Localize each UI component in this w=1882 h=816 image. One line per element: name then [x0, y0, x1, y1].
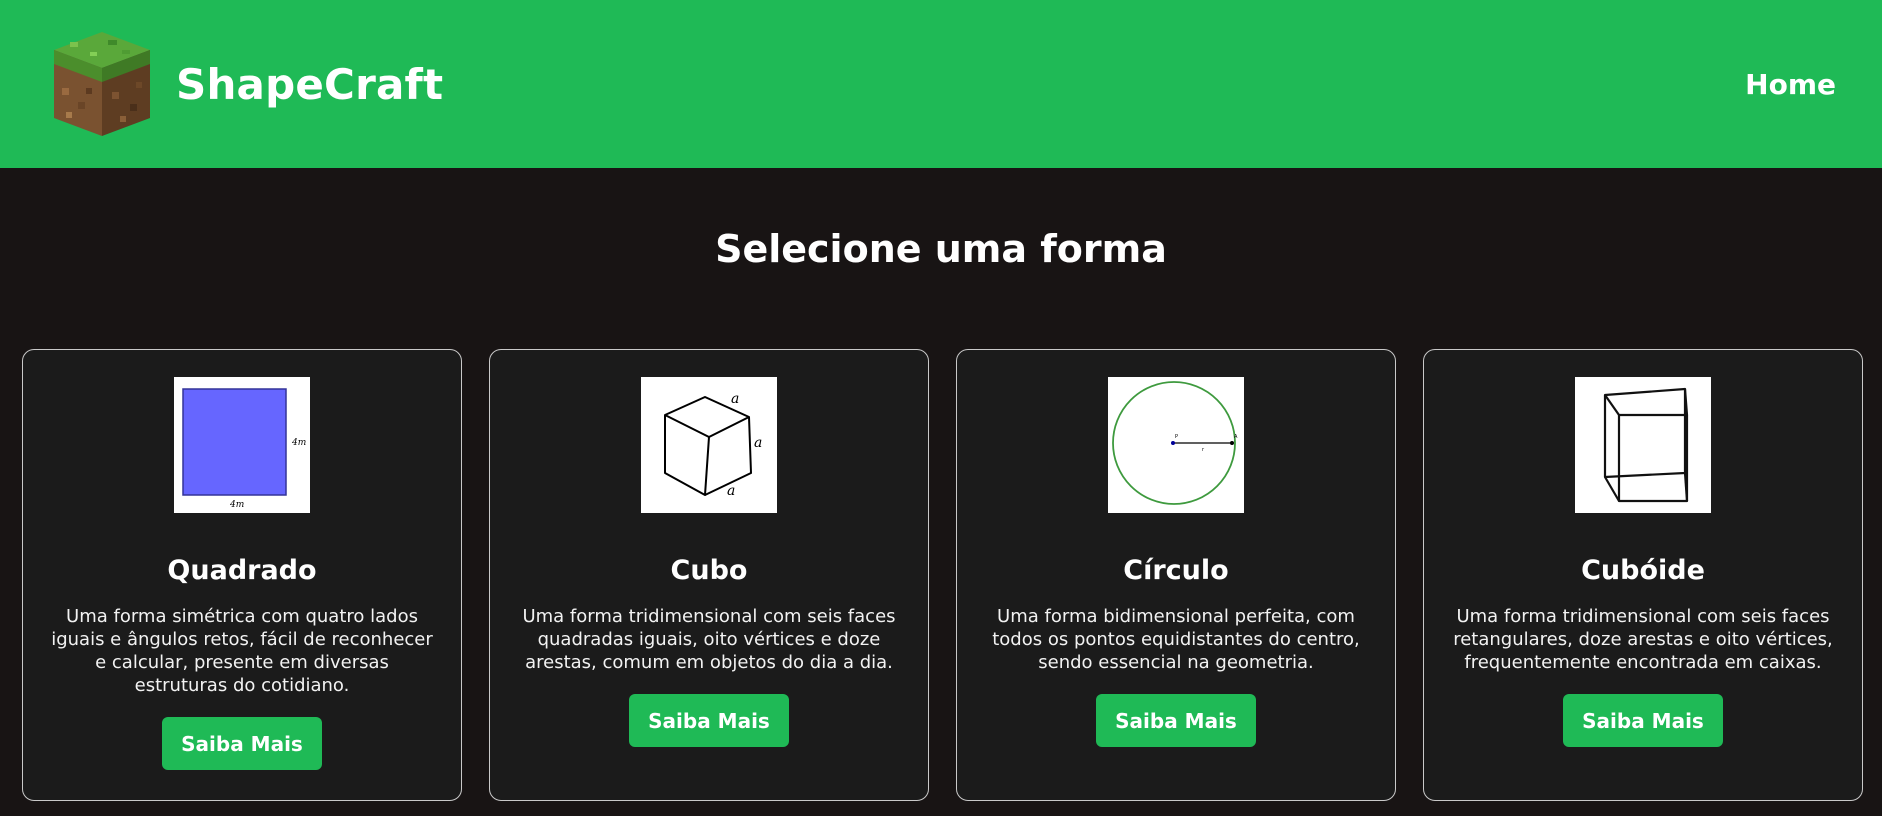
circle-point-label: A — [1234, 434, 1238, 440]
shape-card-circulo: P A r Círculo Uma forma bidimensional pe… — [956, 349, 1396, 801]
shape-card-cubo: a a a Cubo Uma forma tridimensional com … — [489, 349, 929, 801]
grass-block-icon — [54, 32, 150, 136]
cuboid-diagram-image — [1575, 377, 1711, 513]
shape-card-cuboide: Cubóide Uma forma tridimensional com sei… — [1423, 349, 1863, 801]
card-description: Uma forma tridimensional com seis faces … — [522, 606, 896, 673]
card-description: Uma forma simétrica com quatro lados igu… — [51, 606, 433, 696]
cube-diagram-image: a a a — [641, 377, 777, 513]
shape-cards: 4m 4m Quadrado Uma forma simétrica com q… — [22, 349, 1863, 801]
card-description: Uma forma tridimensional com seis faces … — [1453, 606, 1833, 673]
saiba-mais-button[interactable]: Saiba Mais — [1563, 694, 1723, 747]
saiba-mais-button[interactable]: Saiba Mais — [1096, 694, 1256, 747]
card-description: Uma forma bidimensional perfeita, com to… — [992, 606, 1360, 673]
top-bar: ShapeCraft Home — [0, 0, 1882, 168]
saiba-mais-button[interactable]: Saiba Mais — [629, 694, 789, 747]
card-title: Cubóide — [1581, 555, 1705, 586]
shape-card-quadrado: 4m 4m Quadrado Uma forma simétrica com q… — [22, 349, 462, 801]
card-title: Cubo — [670, 555, 748, 586]
circle-diagram-image: P A r — [1108, 377, 1244, 513]
brand[interactable]: ShapeCraft — [50, 30, 443, 138]
cube-edge-label: a — [727, 483, 735, 499]
brand-name: ShapeCraft — [176, 59, 444, 109]
card-title: Círculo — [1123, 555, 1229, 586]
square-base-label: 4m — [229, 500, 244, 510]
square-diagram-image: 4m 4m — [174, 377, 310, 513]
nav-home-link[interactable]: Home — [1745, 68, 1836, 101]
circle-center-label: P — [1175, 434, 1178, 440]
square-side-label: 4m — [291, 438, 306, 448]
card-title: Quadrado — [167, 555, 317, 586]
saiba-mais-button[interactable]: Saiba Mais — [162, 717, 322, 770]
page-title: Selecione uma forma — [715, 227, 1167, 271]
cube-edge-label: a — [754, 435, 762, 451]
cube-edge-label: a — [731, 391, 739, 407]
